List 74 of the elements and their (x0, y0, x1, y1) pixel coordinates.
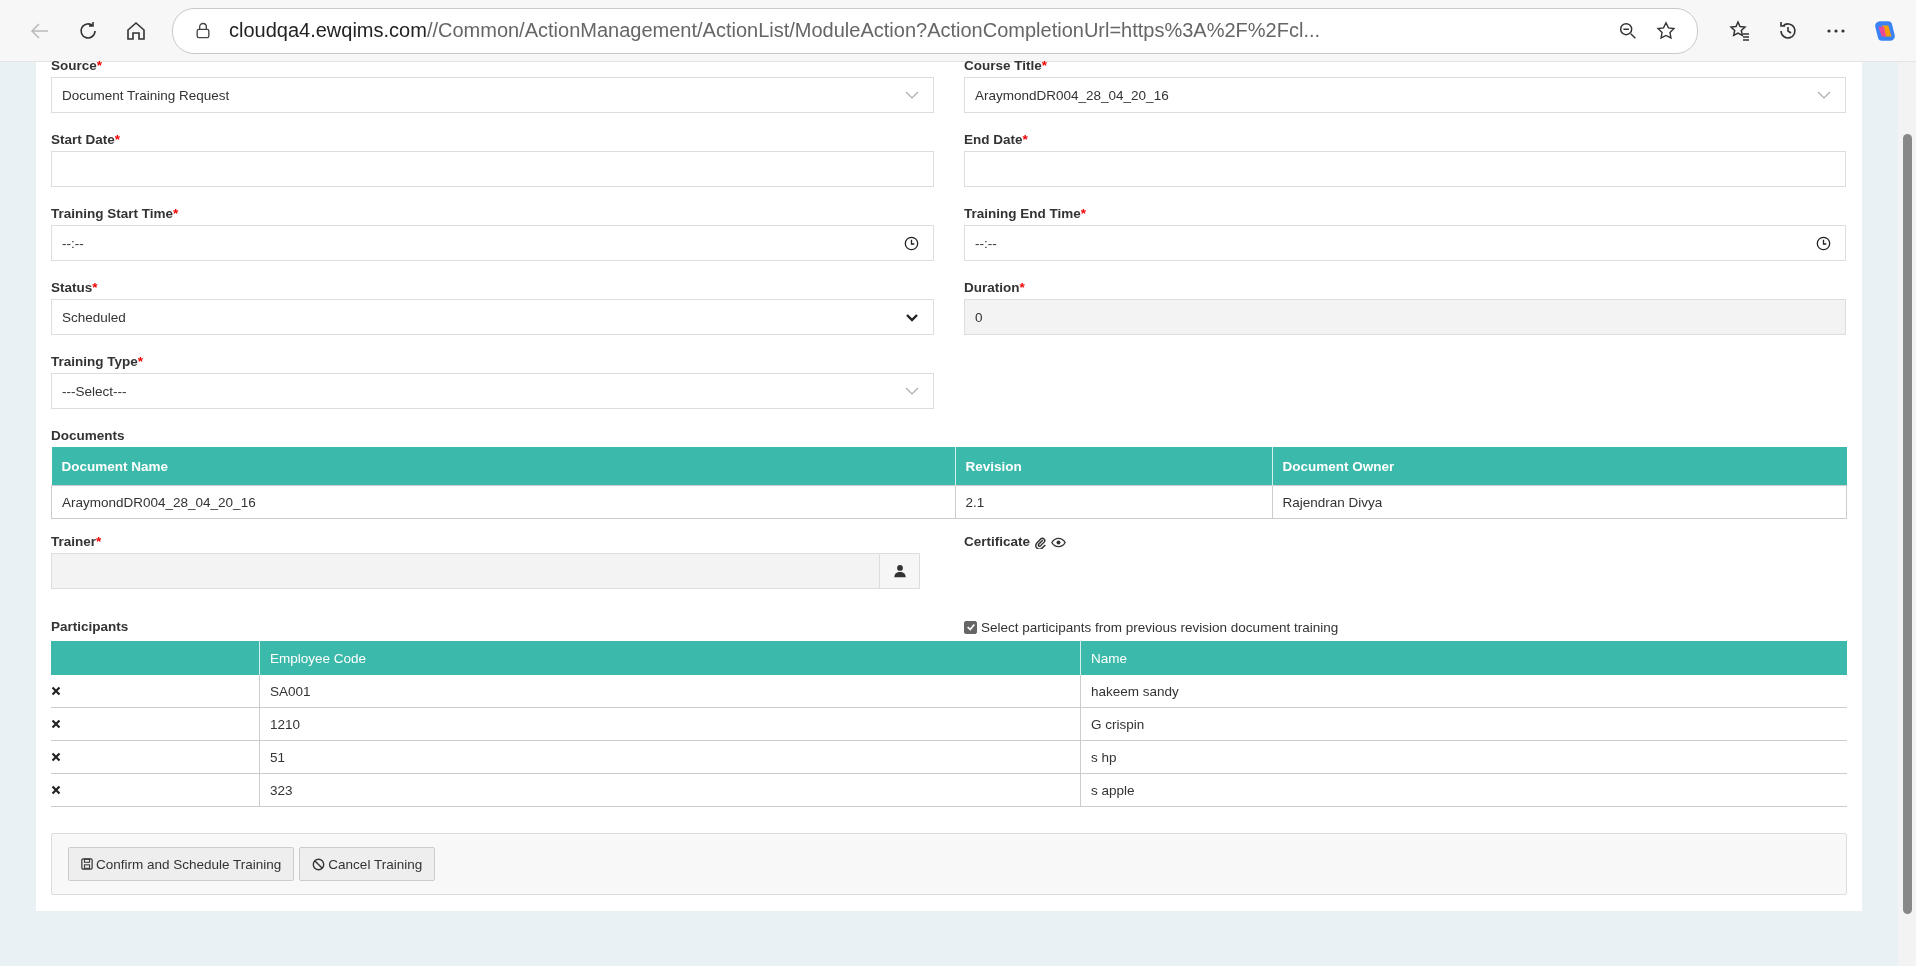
user-icon (892, 564, 907, 578)
remove-icon[interactable] (51, 718, 61, 729)
remove-icon[interactable] (51, 685, 61, 696)
trainer-field[interactable] (51, 553, 880, 589)
address-bar[interactable]: cloudqa4.ewqims.com//Common/ActionManagement/ActionList/ModuleAction?ActionCompletionUrl=https%3A%2F%2Fcl... (172, 7, 1698, 54)
table-cell: 323 (259, 773, 1081, 807)
scrollbar[interactable] (1898, 62, 1916, 966)
table-cell: 51 (259, 740, 1081, 774)
chevron-down-icon (1817, 91, 1831, 99)
ban-icon (312, 857, 326, 871)
table-cell: SA001 (259, 675, 1081, 708)
table-cell: hakeem sandy (1080, 675, 1847, 708)
select-field[interactable]: Document Training Request (51, 77, 934, 113)
save-icon (81, 858, 93, 870)
clock-icon (904, 235, 919, 251)
cancel-button[interactable]: Cancel Training (299, 847, 436, 881)
input-field[interactable]: --:-- (964, 225, 1846, 261)
field-label: Start Date (51, 131, 115, 149)
section-title: Participants (51, 618, 130, 636)
chevron-down-icon (905, 312, 919, 322)
remove-icon[interactable] (51, 784, 61, 795)
field-label: Training Start Time (51, 205, 174, 223)
required-mark: * (137, 353, 144, 371)
remove-icon[interactable] (51, 751, 61, 762)
field-label: Status (51, 279, 93, 297)
required-mark: * (96, 57, 103, 75)
url-text: cloudqa4.ewqims.com//Common/ActionManagement/ActionList/ModuleAction?ActionCompletionUrl=https%3A%2F%2Fcl... (229, 19, 1322, 42)
input-field[interactable] (964, 151, 1846, 187)
field-label: Trainer (51, 533, 97, 551)
field-label: Training Type (51, 353, 138, 371)
required-mark: * (96, 533, 102, 551)
column-header: Document Owner (1272, 447, 1847, 486)
checkbox-label: Select participants from previous revision document training (981, 619, 1339, 635)
favorites-icon[interactable] (1728, 18, 1752, 43)
column-header: Employee Code (259, 641, 1081, 675)
chevron-down-icon (905, 387, 919, 395)
select-field[interactable]: Scheduled (51, 299, 934, 335)
star-icon[interactable] (1655, 19, 1677, 42)
confirm-button[interactable]: Confirm and Schedule Training (68, 847, 295, 881)
required-mark: * (1019, 279, 1025, 297)
required-mark: * (114, 131, 121, 149)
column-header: Document Name (51, 447, 955, 486)
table-cell: Rajendran Divya (1272, 485, 1847, 519)
required-mark: * (1041, 57, 1048, 75)
table-cell: 2.1 (955, 485, 1272, 519)
table-cell: G crispin (1080, 707, 1847, 741)
required-mark: * (1080, 205, 1087, 223)
table-cell: AraymondDR004_28_04_20_16 (51, 485, 955, 519)
field-label: Course Title (964, 57, 1042, 75)
required-mark: * (92, 279, 98, 297)
required-mark: * (173, 205, 179, 223)
user-picker-button[interactable] (880, 553, 920, 589)
checkbox[interactable] (964, 620, 977, 634)
field-label: Training End Time (964, 205, 1081, 223)
input-field[interactable]: 0 (964, 299, 1846, 335)
chevron-down-icon (905, 91, 919, 99)
column-header: Name (1080, 641, 1847, 675)
section-title: Documents (51, 427, 126, 445)
field-label: Duration (964, 279, 1020, 297)
field-label: Source (51, 57, 97, 75)
field-label: End Date (964, 131, 1023, 149)
input-field[interactable] (51, 151, 934, 187)
field-label: Certificate (964, 533, 1031, 551)
paperclip-icon[interactable] (1034, 535, 1048, 549)
table-cell: s hp (1080, 740, 1847, 774)
required-mark: * (1022, 131, 1028, 149)
eye-icon[interactable] (1051, 536, 1067, 548)
column-header: Revision (955, 447, 1272, 486)
table-cell: 1210 (259, 707, 1081, 741)
table-cell: s apple (1080, 773, 1847, 807)
clock-icon (1816, 235, 1831, 251)
select-field[interactable]: AraymondDR004_28_04_20_16 (964, 77, 1846, 113)
select-field[interactable]: ---Select--- (51, 373, 934, 409)
input-field[interactable]: --:-- (51, 225, 934, 261)
